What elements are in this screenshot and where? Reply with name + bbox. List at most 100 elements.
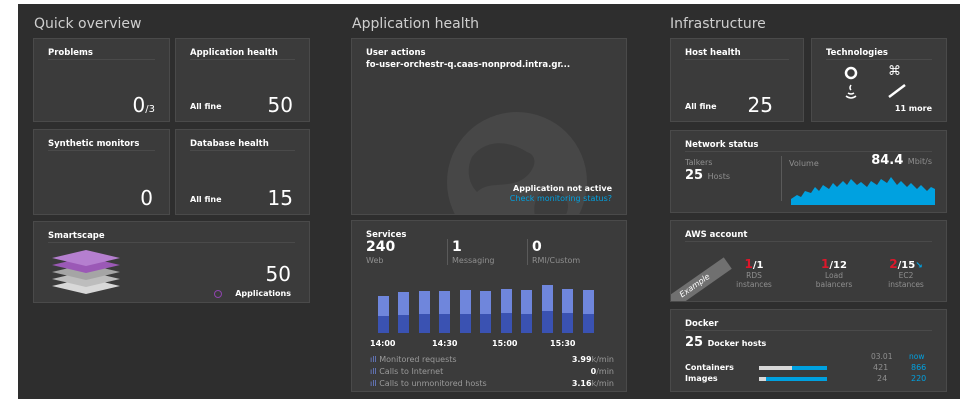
database-health-status: All fine [190,195,222,204]
talkers-number: 25 [685,168,704,183]
service-bar-lower [480,314,491,333]
divider [826,59,932,60]
metric-row[interactable]: ıll Calls to Internet 0/min [370,367,614,376]
problems-value: 0 [132,93,146,117]
technologies-more[interactable]: 11 more [895,104,932,113]
metric-unit: k/min [591,355,614,364]
check-monitoring-link[interactable]: Check monitoring status? [510,194,612,203]
docker-hosts-value: 25 [685,335,704,350]
openshift-icon [844,66,858,80]
aws-item-value: 1 [744,257,753,271]
metric-value: 0/min [591,367,614,376]
metric-unit: k/min [591,379,614,388]
volume-number: 84.4 [871,153,904,168]
metric-label: Calls to unmonitored hosts [379,379,487,388]
section-infrastructure: Infrastructure [670,16,766,32]
host-health-tile[interactable]: Host health All fine 25 [670,38,804,122]
volume-sparkline [791,177,935,205]
application-health-tile[interactable]: Application health All fine 50 [175,38,310,122]
divider [190,150,295,151]
web-value: 240 [366,239,396,255]
aws-item-value: 2 [889,257,898,271]
smartscape-tile[interactable]: Smartscape 50 Applications [33,221,310,303]
docker-row-value-old: 24 [877,374,888,383]
rmi-value: 0 [532,239,542,255]
divider [685,330,932,331]
aws-item-rds: 1/1 RDS instances [719,257,789,289]
divider [190,59,295,60]
service-bar [521,290,532,333]
service-bar [460,290,471,333]
service-bar [480,291,491,333]
aws-item-load-balancers: 1/12 Load balancers [799,257,869,289]
messaging-label: Messaging [452,256,495,265]
host-health-status: All fine [685,102,717,111]
docker-row-label: Containers [685,363,734,372]
services-tile[interactable]: Services 240 Web 1 Messaging 0 RMI/Custo… [351,220,627,392]
chart-icon: ıll [370,379,377,388]
aws-item-ec2: 2/15↘ EC2 instances [871,257,941,289]
service-bar [378,296,389,333]
service-bar [562,289,573,333]
dashboard: Quick overview Application health Infras… [18,4,960,399]
user-actions-tile[interactable]: User actions fo-user-orchestr-q.caas-non… [351,38,627,215]
host-health-title: Host health [685,48,741,58]
docker-row-bar-fill [759,377,767,381]
problems-tile[interactable]: Problems 0/3 [33,38,170,122]
divider [48,242,295,243]
divider [447,239,448,265]
metric-unit: /min [596,367,614,376]
docker-hosts-label: Docker hosts [707,339,767,348]
service-bar-lower [542,311,553,333]
services-bar-chart [374,273,599,333]
messaging-value: 1 [452,239,462,255]
volume-value: 84.4 Mbit/s [871,153,932,168]
volume-label: Volume [789,159,819,168]
service-bar-lower [439,314,450,333]
time-tick: 15:30 [550,339,576,348]
network-status-title: Network status [685,140,759,150]
docker-hosts: 25 Docker hosts [685,335,766,350]
database-health-value: 15 [267,186,293,210]
network-status-tile[interactable]: Network status Talkers 25 Hosts Volume 8… [670,130,947,213]
synthetic-monitors-tile[interactable]: Synthetic monitors 0 [33,129,170,215]
docker-row-bar [759,366,827,370]
dragon-icon: ⌘ [888,64,901,79]
smartscape-layers-icon [52,250,120,294]
time-tick: 14:00 [370,339,396,348]
metric-value: 3.16k/min [572,379,614,388]
applications-ring-icon [214,290,222,298]
synthetic-monitors-value: 0 [140,186,153,210]
section-application-health: Application health [352,16,479,32]
service-bar-lower [521,314,532,333]
database-health-tile[interactable]: Database health All fine 15 [175,129,310,215]
divider [685,151,932,152]
docker-tile[interactable]: Docker 25 Docker hosts 03.01 now Contain… [670,309,947,392]
time-tick: 14:30 [432,339,458,348]
service-bar-lower [583,314,594,333]
docker-row-bar-fill [759,366,793,370]
synthetic-monitors-title: Synthetic monitors [48,139,140,149]
technologies-tile[interactable]: Technologies ⌘ 11 more [811,38,947,122]
app-name: fo-user-orchestr-q.caas-nonprod.intra.gr… [366,60,571,70]
metric-number: 3.99 [571,355,592,364]
database-health-title: Database health [190,139,269,149]
talkers-label: Talkers [685,158,713,167]
metric-value: 3.99k/min [572,355,614,364]
service-bar [439,291,450,333]
aws-item-total: /12 [829,260,847,271]
docker-row-label: Images [685,374,718,383]
divider [48,59,155,60]
service-bar-lower [501,313,512,333]
metric-row[interactable]: ıll Monitored requests 3.99k/min [370,355,614,364]
service-bar [542,285,553,333]
problems-total: /3 [145,104,155,115]
docker-title: Docker [685,319,719,329]
trend-arrow-icon: ↘ [915,261,923,271]
service-bar [583,290,594,333]
divider [781,156,782,201]
metric-row[interactable]: ıll Calls to unmonitored hosts 3.16k/min [370,379,614,388]
aws-item-label: EC2 [898,271,914,280]
aws-account-tile[interactable]: AWS account 1/1 RDS instances 1/12 Load … [670,220,947,302]
docker-col1-header: 03.01 [871,352,893,361]
